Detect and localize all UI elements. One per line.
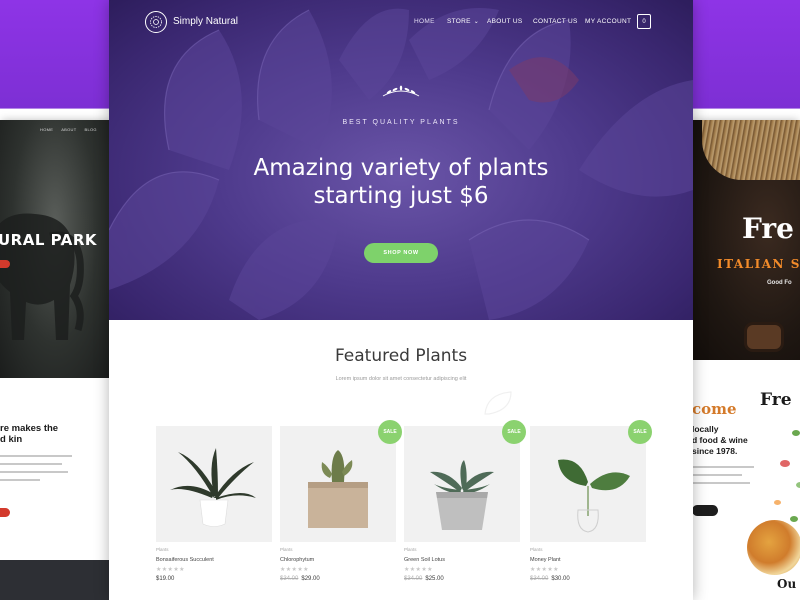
product-category: Plants <box>530 547 543 552</box>
product-rating: ★★★★★ <box>156 567 185 573</box>
product-price: $19.00 <box>156 576 174 582</box>
right-hero: Fre ITALIAN S Good Fo <box>692 120 800 360</box>
left-nav-item[interactable]: BLOG <box>84 127 96 132</box>
section-subtitle: Lorem ipsum dolor sit amet consectetur a… <box>335 376 467 382</box>
right-hero-title: Fre <box>742 212 794 245</box>
left-hero: HOME ABOUT BLOG URAL PARK <box>0 120 110 378</box>
right-template-preview: Fre ITALIAN S Good Fo Fre come locally d… <box>692 120 800 600</box>
elephant-image <box>0 213 84 340</box>
money-plant-image <box>558 459 630 533</box>
product-price: $34.00 $29.00 <box>280 576 320 582</box>
navbar: Simply Natural HOME STORE ⌄ ABOUT US CONT… <box>109 0 693 44</box>
price-current: $30.00 <box>551 576 570 582</box>
section-title: Featured Plants <box>334 346 468 366</box>
price-current: $25.00 <box>425 576 444 582</box>
nav-item-about[interactable]: ABOUT US <box>487 18 523 25</box>
product-price: $34.00 $25.00 <box>404 576 444 582</box>
right-cta-button[interactable] <box>692 505 718 516</box>
brand-name[interactable]: Simply Natural <box>173 16 238 27</box>
chevron-down-icon: ⌄ <box>473 19 480 25</box>
product-category: Plants <box>156 547 169 552</box>
price-original: $34.00 <box>404 576 423 582</box>
left-template-preview: HOME ABOUT BLOG URAL PARK re makes the d… <box>0 120 110 600</box>
product-card[interactable]: Plants Bonsaiferous Succulent ★★★★★ $19.… <box>156 426 272 598</box>
product-category: Plants <box>280 547 293 552</box>
product-image[interactable] <box>530 426 646 542</box>
product-image[interactable] <box>280 426 396 542</box>
product-name[interactable]: Money Plant <box>530 557 561 563</box>
left-heading-line: re makes the <box>0 423 59 434</box>
nav-item-account[interactable]: MY ACCOUNT <box>585 18 631 25</box>
shop-now-button[interactable]: SHOP NOW <box>364 243 438 263</box>
hero-title-line: Amazing variety of plants <box>253 155 549 181</box>
right-welcome-heading: come <box>692 400 737 418</box>
product-image[interactable] <box>404 426 520 542</box>
sale-badge: SALE <box>378 420 402 444</box>
logo-icon[interactable] <box>145 11 167 33</box>
product-name[interactable]: Green Soil Lotus <box>404 557 445 563</box>
laurel-icon <box>382 85 420 97</box>
product-image[interactable] <box>156 426 272 542</box>
succulent-plant-image <box>430 460 494 530</box>
product-name[interactable]: Bonsaiferous Succulent <box>156 557 214 563</box>
cactus-plant-image <box>308 450 368 528</box>
main-template-preview: Simply Natural HOME STORE ⌄ ABOUT US CONT… <box>109 0 693 600</box>
left-footer-strip <box>0 560 110 600</box>
left-nav-item[interactable]: HOME <box>40 127 53 132</box>
product-rating: ★★★★★ <box>530 567 559 573</box>
price-original: $34.00 <box>280 576 299 582</box>
coffee-cup-image <box>747 325 781 349</box>
nav-item-store[interactable]: STORE ⌄ <box>447 18 479 25</box>
product-price: $34.00 $30.00 <box>530 576 570 582</box>
cart-icon[interactable]: 0 <box>637 14 651 29</box>
left-nav: HOME ABOUT BLOG <box>40 127 97 132</box>
product-card[interactable]: SALE Plants Money Plant ★★★★★ $34.00 $30.… <box>530 420 652 598</box>
hero-section: Simply Natural HOME STORE ⌄ ABOUT US CONT… <box>109 0 693 320</box>
product-category: Plants <box>404 547 417 552</box>
hero-title-line: starting just $6 <box>313 183 489 209</box>
pizza-image <box>747 520 800 575</box>
product-name[interactable]: Chlorophytum <box>280 557 314 563</box>
hero-eyebrow: BEST QUALITY PLANTS <box>342 119 460 126</box>
nav-item-home[interactable]: HOME <box>414 18 435 25</box>
leaf-watermark-icon <box>484 391 512 415</box>
right-hero-tagline: Good Fo <box>767 280 792 286</box>
left-paragraph-placeholder <box>0 455 80 487</box>
product-card[interactable]: SALE Plants Green Soil Lotus ★★★★★ $34.0… <box>404 420 526 598</box>
left-hero-title: URAL PARK <box>0 231 98 249</box>
snake-plant-image <box>170 448 256 527</box>
left-nav-item[interactable]: ABOUT <box>61 127 76 132</box>
right-hero-subtitle: ITALIAN S <box>717 257 800 271</box>
pasta-image <box>702 120 800 180</box>
sale-badge: SALE <box>628 420 652 444</box>
cart-count: 0 <box>642 18 646 25</box>
left-heading-line: d kin <box>0 434 23 445</box>
product-rating: ★★★★★ <box>404 567 433 573</box>
price-current: $19.00 <box>156 576 175 582</box>
sale-badge: SALE <box>502 420 526 444</box>
right-paragraph-placeholder <box>692 466 762 490</box>
right-bottom-heading: Ou <box>777 577 797 591</box>
nav-item-contact[interactable]: CONTACT US <box>533 18 578 25</box>
right-side-title: Fre <box>760 390 792 410</box>
product-rating: ★★★★★ <box>280 567 309 573</box>
hero-title: Amazing variety of plants starting just … <box>109 154 693 210</box>
price-current: $29.00 <box>301 576 320 582</box>
nav-item-store-label: STORE <box>447 18 471 25</box>
product-card[interactable]: SALE Plants Chlorophytum ★★★★★ $34.00 $29… <box>280 420 402 598</box>
left-heading: re makes the d kin <box>0 423 110 445</box>
left-cta-button[interactable] <box>0 508 10 517</box>
left-hero-button[interactable] <box>0 260 10 268</box>
price-original: $34.00 <box>530 576 549 582</box>
